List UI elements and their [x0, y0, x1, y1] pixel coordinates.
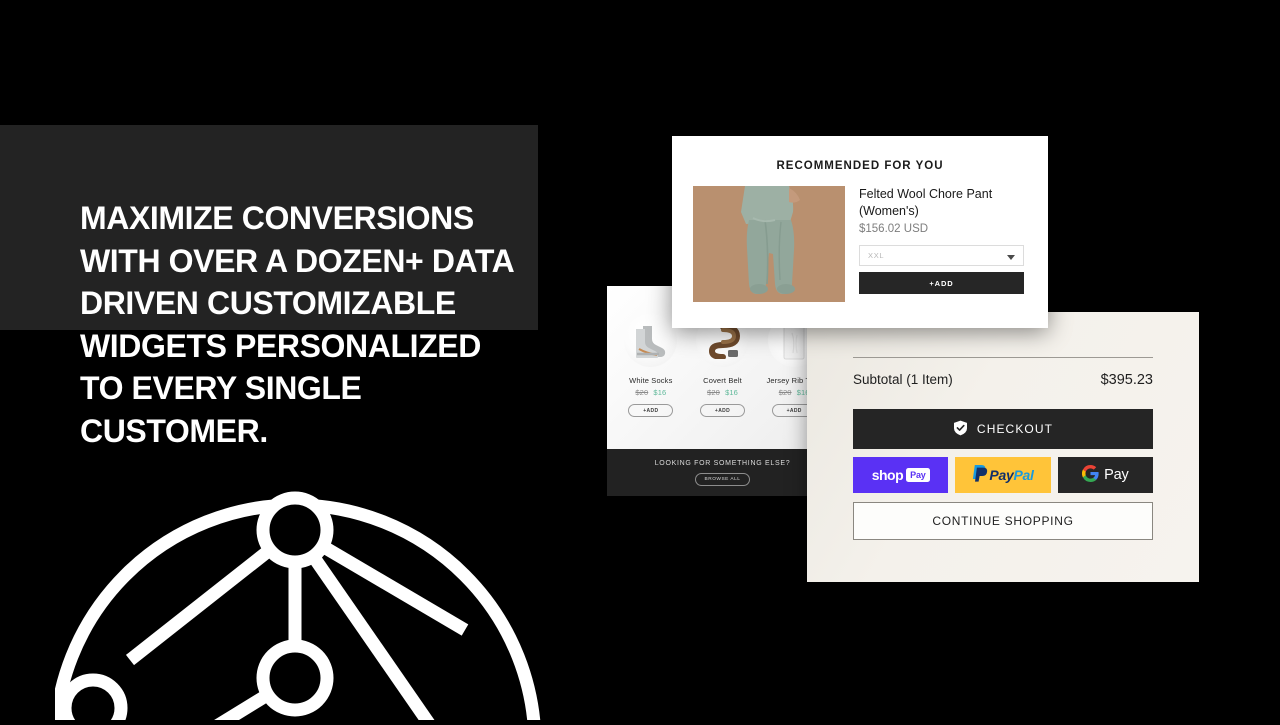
add-to-cart-button[interactable]: +ADD [859, 272, 1024, 294]
upsell-footer: LOOKING FOR SOMETHING ELSE? BROWSE ALL [607, 449, 838, 496]
list-item[interactable]: Covert Belt $20 $16 +ADD [687, 314, 759, 417]
shield-check-icon [953, 420, 968, 439]
checkout-label: CHECKOUT [976, 422, 1054, 436]
sale-price: $16 [725, 388, 738, 397]
list-item-title: Covert Belt [703, 376, 742, 385]
list-item-title: White Socks [629, 376, 673, 385]
size-select[interactable]: XXL [859, 245, 1024, 266]
subtotal-value: $395.23 [1100, 372, 1153, 388]
compare-price: $20 [707, 388, 720, 397]
product-name: Felted Wool Chore Pant (Women's) [859, 187, 993, 218]
checkout-button[interactable]: CHECKOUT [853, 409, 1153, 449]
list-item-price-row: $20 $16 [615, 388, 687, 397]
paypal-wordmark: PayPal [989, 467, 1033, 483]
subtotal-row: Subtotal (1 Item) $395.23 [853, 372, 1153, 388]
upsell-footer-prompt: LOOKING FOR SOMETHING ELSE? [654, 459, 791, 467]
divider [853, 357, 1153, 358]
compare-price: $20 [778, 388, 792, 397]
google-pay-wordmark: Pay [1104, 467, 1129, 483]
sage-green-chore-pant-photo [693, 186, 845, 302]
sale-price: $16 [653, 388, 667, 397]
recommended-card-title: RECOMMENDED FOR YOU [776, 160, 944, 172]
shop-pay-button[interactable]: shop Pay [853, 457, 949, 493]
paypal-button[interactable]: PayPal [955, 457, 1051, 493]
paypal-word-pay: Pay [989, 467, 1014, 483]
recommended-for-you-card: RECOMMENDED FOR YOU Felted Wool Chore Pa… [672, 136, 1048, 328]
shop-pay-wordmark: shop [871, 467, 904, 483]
paypal-logo-icon [972, 464, 989, 486]
continue-shopping-label: CONTINUE SHOPPING [932, 514, 1074, 528]
paypal-word-pal: Pal [1013, 467, 1034, 483]
google-pay-button[interactable]: Pay [1057, 457, 1153, 493]
browse-all-button[interactable]: BROWSE ALL [695, 472, 750, 486]
size-select-value: XXL [868, 251, 885, 260]
subtotal-label: Subtotal (1 Item) [853, 372, 953, 387]
list-item-price-row: $20 $16 [687, 388, 759, 397]
chevron-down-icon [1007, 247, 1015, 265]
google-g-icon [1082, 465, 1099, 485]
network-nodes-globe-graphic [49, 490, 545, 725]
product-price: $156.02 USD [859, 223, 929, 235]
add-button[interactable]: +ADD [700, 404, 745, 417]
cart-summary-panel: Subtotal (1 Item) $395.23 CHECKOUT shop … [807, 312, 1199, 582]
express-wallet-row: shop Pay PayPal Pay [853, 457, 1153, 493]
compare-price: $20 [635, 388, 649, 397]
white-socks-thumbnail [624, 314, 678, 367]
shop-pay-chip-label: Pay [906, 468, 930, 482]
page-title: MAXIMIZE CONVERSIONS WITH OVER A DOZEN+ … [80, 200, 515, 449]
list-item[interactable]: White Socks $20 $16 +ADD [615, 314, 687, 417]
add-button[interactable]: +ADD [628, 404, 674, 417]
continue-shopping-button[interactable]: CONTINUE SHOPPING [853, 502, 1153, 540]
